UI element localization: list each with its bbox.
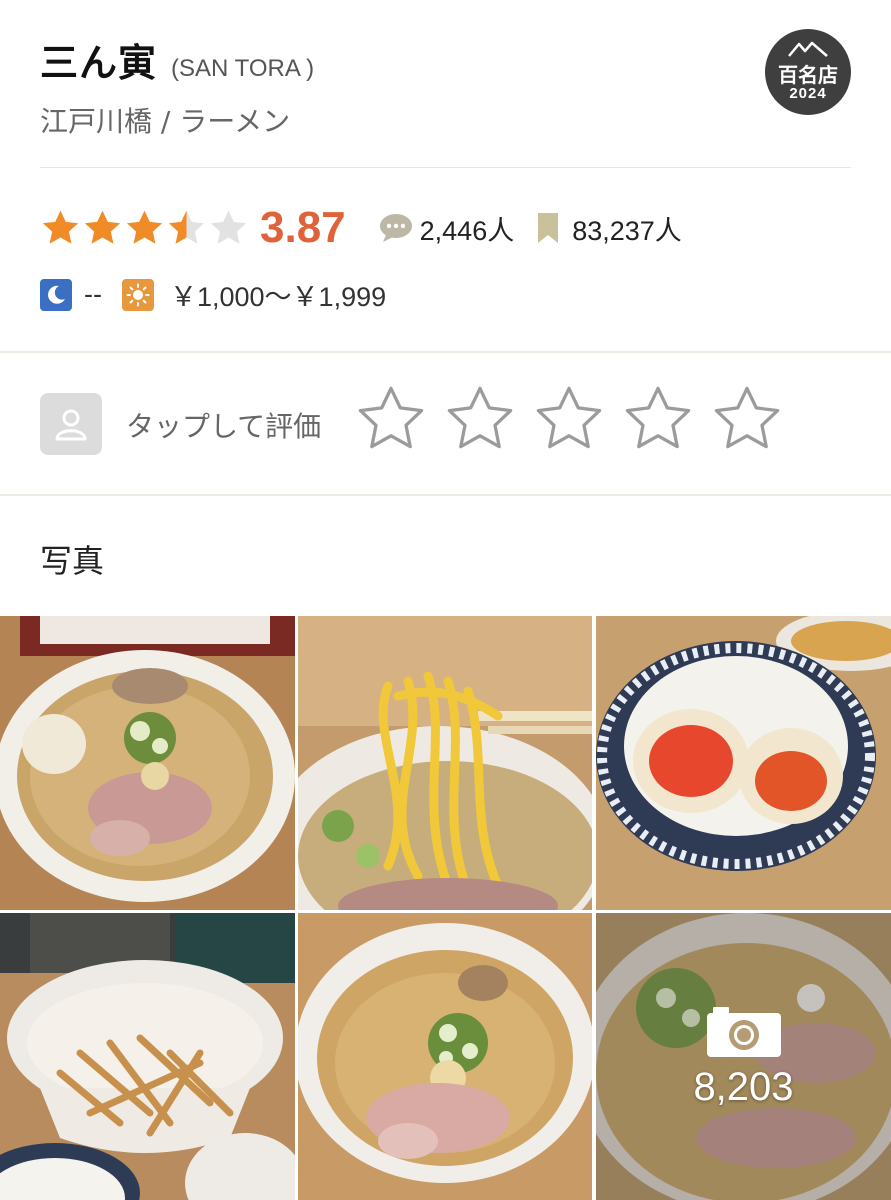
divider (40, 167, 851, 168)
photo-thumbnail[interactable] (596, 616, 891, 910)
tap-to-rate[interactable]: タップして評価 (0, 353, 891, 495)
shop-title: 三ん寅 (SAN TORA ) (40, 32, 314, 87)
photo-grid: 8,203 (0, 616, 891, 1200)
mountain-icon (788, 41, 828, 57)
photo-thumbnail[interactable] (298, 913, 592, 1200)
star-full-icon (42, 210, 79, 244)
star-full-icon (84, 210, 121, 244)
photo-thumbnail[interactable] (298, 616, 592, 910)
shop-name: 三ん寅 (40, 41, 158, 85)
rate-star-1-icon[interactable] (355, 383, 427, 455)
shop-area-genre[interactable]: 江戸川橋 / ラーメン (40, 100, 290, 140)
hyakumeiten-badge[interactable]: 百名店 2024 (765, 29, 851, 115)
rating-stars (40, 208, 250, 249)
moon-icon (40, 278, 72, 311)
lunch-price: ￥1,000～￥1,999 (169, 282, 387, 312)
shop-romaji: (SAN TORA ) (171, 55, 315, 82)
speech-bubble-icon (379, 214, 412, 242)
star-half-icon (168, 210, 205, 244)
save-count[interactable]: 83,237人 (536, 209, 682, 248)
user-avatar-icon (40, 393, 102, 455)
dinner-price: -- (84, 279, 102, 309)
rate-star-4-icon[interactable] (622, 383, 694, 455)
badge-label: 百名店 (778, 63, 838, 87)
rate-star-5-icon[interactable] (711, 383, 783, 455)
price-row: -- ￥1,000～￥1,999 (40, 275, 386, 314)
save-count-value: 83,237人 (572, 215, 682, 246)
photo-thumbnail[interactable] (0, 913, 295, 1200)
photo-thumbnail[interactable] (0, 616, 295, 910)
rate-star-2-icon[interactable] (444, 383, 516, 455)
rate-stars[interactable] (355, 383, 800, 455)
photo-count-overlay: 8,203 (596, 913, 891, 1200)
tap-to-rate-label: タップして評価 (126, 410, 322, 443)
camera-icon (706, 1007, 781, 1057)
review-count[interactable]: 2,446人 (378, 209, 515, 248)
shop-header: 三ん寅 (SAN TORA ) 江戸川橋 / ラーメン 百名店 2024 (0, 0, 891, 168)
star-empty-icon (210, 210, 247, 244)
photos-section-title: 写真 (40, 542, 105, 580)
bookmark-icon (538, 213, 559, 243)
sun-icon (121, 278, 154, 311)
rating-score: 3.87 (260, 203, 346, 252)
star-full-icon (126, 210, 163, 244)
photo-count: 8,203 (693, 1065, 794, 1109)
rating-row[interactable]: 3.87 2,446人 83,237人 (40, 200, 682, 256)
review-count-value: 2,446人 (419, 215, 515, 246)
photo-thumbnail-more[interactable]: 8,203 (596, 913, 891, 1200)
section-divider (0, 494, 891, 496)
rate-star-3-icon[interactable] (533, 383, 605, 455)
badge-year: 2024 (789, 85, 827, 102)
